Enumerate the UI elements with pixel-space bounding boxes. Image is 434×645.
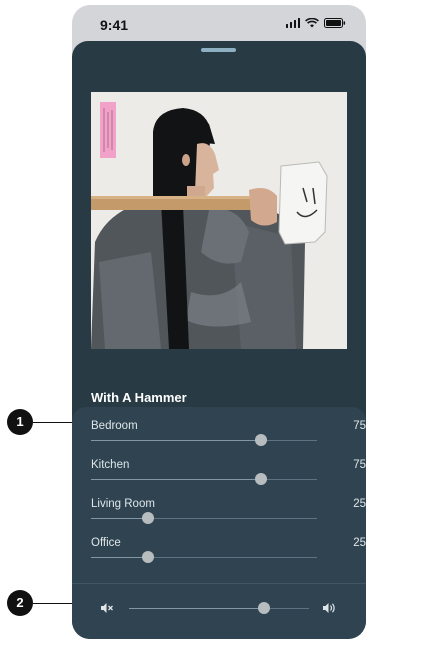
slider-thumb[interactable] xyxy=(254,473,267,485)
wifi-icon xyxy=(305,18,319,28)
room-volume-value: 25 xyxy=(353,498,366,510)
slider-thumb[interactable] xyxy=(141,551,154,563)
room-row-living-room: Living Room 25 xyxy=(91,498,366,537)
room-row-kitchen: Kitchen 75 xyxy=(91,459,366,498)
status-icons xyxy=(285,18,347,28)
speaker-mute-icon[interactable] xyxy=(100,602,114,614)
slider-thumb[interactable] xyxy=(258,602,270,614)
room-row-bedroom: Bedroom 75 xyxy=(91,420,366,459)
now-playing-sheet: With A Hammer Bedroom 75 Kitchen 75 Livi… xyxy=(72,41,366,639)
song-title: With A Hammer xyxy=(91,390,187,405)
room-label: Living Room xyxy=(91,498,155,510)
slider-thumb[interactable] xyxy=(141,512,154,524)
room-label: Bedroom xyxy=(91,420,138,432)
room-volume-slider[interactable] xyxy=(91,434,317,446)
slider-fill xyxy=(91,479,261,480)
slider-fill xyxy=(91,518,148,519)
master-volume-slider[interactable] xyxy=(129,602,309,614)
slider-fill xyxy=(91,440,261,441)
room-label: Kitchen xyxy=(91,459,130,471)
cellular-signal-icon xyxy=(285,18,300,28)
room-volume-slider[interactable] xyxy=(91,473,317,485)
battery-icon xyxy=(324,18,346,28)
room-volume-value: 25 xyxy=(353,537,366,549)
room-volume-value: 75 xyxy=(353,459,366,471)
room-label: Office xyxy=(91,537,121,549)
canvas: 1 2 9:41 With A Hammer Bedroom 75 Kitche… xyxy=(0,0,434,645)
room-volume-slider[interactable] xyxy=(91,512,317,524)
phone-frame: 9:41 With A Hammer Bedroom 75 Kitchen 75… xyxy=(72,5,366,639)
slider-thumb[interactable] xyxy=(254,434,267,446)
slider-fill xyxy=(91,557,148,558)
callout-2: 2 xyxy=(7,590,33,616)
speaker-volume-icon[interactable] xyxy=(322,602,336,614)
room-row-office: Office 25 xyxy=(91,537,366,576)
room-volume-slider[interactable] xyxy=(91,551,317,563)
room-volume-panel: Bedroom 75 Kitchen 75 Living Room 25 Off… xyxy=(72,407,366,639)
album-art xyxy=(91,92,347,349)
callout-1: 1 xyxy=(7,409,33,435)
status-bar: 9:41 xyxy=(72,5,366,41)
master-volume-row xyxy=(72,584,366,639)
album-art-image xyxy=(91,92,347,349)
sheet-grabber[interactable] xyxy=(201,48,236,52)
slider-fill xyxy=(129,608,264,609)
room-volume-value: 75 xyxy=(353,420,366,432)
status-time: 9:41 xyxy=(100,17,129,33)
